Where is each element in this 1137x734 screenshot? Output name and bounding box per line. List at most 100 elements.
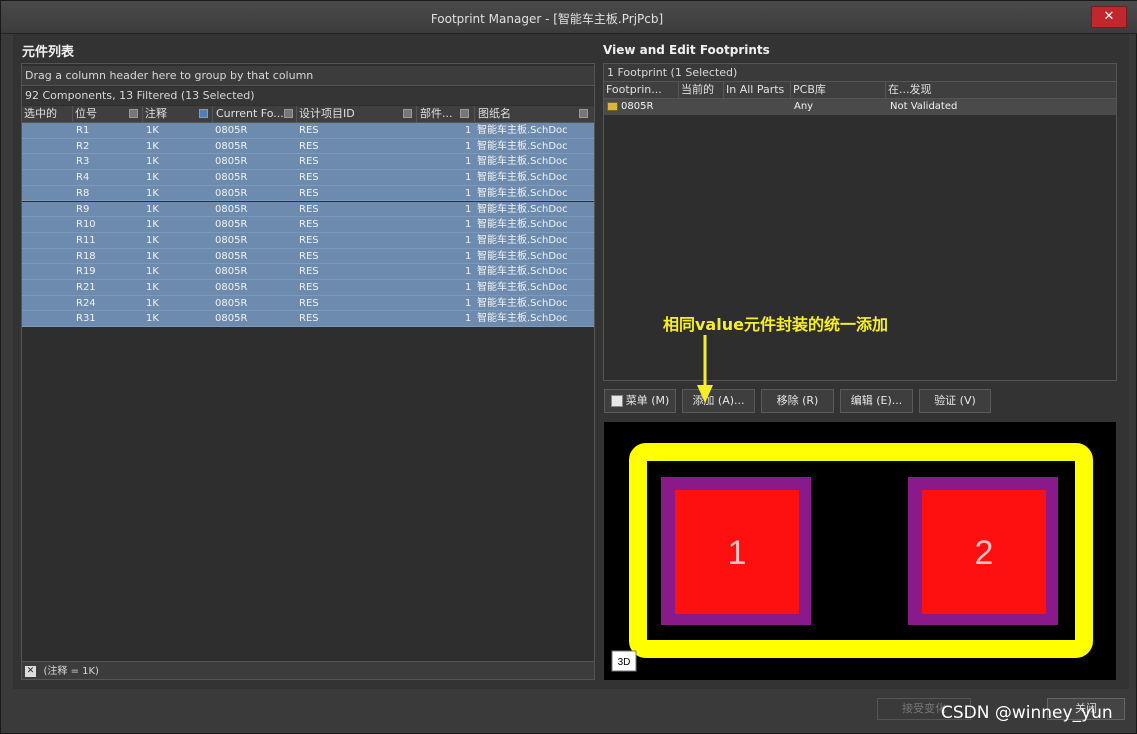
- cell-design-item-id: RES: [299, 203, 319, 215]
- footprint-grid-header: Footprin... 当前的 In All Parts PCB库 在...发现: [604, 82, 1116, 99]
- col-pcb-library[interactable]: PCB库: [791, 82, 886, 98]
- table-row[interactable]: R21 1K 0805R RES 1 智能车主板.SchDoc: [22, 280, 594, 296]
- edit-button[interactable]: 编辑 (E)...: [840, 389, 913, 413]
- cell-footprint: 0805R: [215, 250, 248, 262]
- cell-design-item-id: RES: [299, 234, 319, 246]
- cell-designator: R18: [76, 250, 96, 262]
- col-current[interactable]: 当前的: [679, 82, 724, 98]
- cell-sheet-name: 智能车主板.SchDoc: [477, 140, 568, 152]
- cell-footprint: 0805R: [215, 313, 248, 325]
- component-list-title: 元件列表: [22, 45, 75, 60]
- cell-part: 1: [465, 125, 472, 136]
- sheet-filter-icon[interactable]: [579, 109, 588, 118]
- remove-button[interactable]: 移除 (R): [761, 389, 834, 413]
- cell-part: 1: [465, 234, 472, 246]
- cell-footprint: 0805R: [215, 282, 248, 293]
- table-row[interactable]: R18 1K 0805R RES 1 智能车主板.SchDoc: [22, 248, 594, 265]
- cell-footprint: 0805R: [215, 203, 248, 215]
- col-selected[interactable]: 选中的: [22, 106, 73, 122]
- cell-designator: R3: [76, 156, 90, 168]
- menu-button[interactable]: 菜单 (M): [604, 389, 676, 413]
- cell-footprint: 0805R: [215, 125, 248, 136]
- cell-designator: R2: [76, 140, 90, 152]
- cell-design-item-id: RES: [299, 219, 319, 231]
- cell-designator: R31: [76, 313, 96, 325]
- cell-footprint: 0805R: [215, 219, 248, 231]
- cell-sheet-name: 智能车主板.SchDoc: [477, 282, 568, 293]
- view-edit-footprints-title: View and Edit Footprints: [603, 43, 770, 57]
- cell-design-item-id: RES: [299, 313, 319, 325]
- cell-comment: 1K: [146, 250, 159, 262]
- table-row[interactable]: R4 1K 0805R RES 1 智能车主板.SchDoc: [22, 170, 594, 186]
- cell-designator: R11: [76, 234, 96, 246]
- cell-comment: 1K: [146, 297, 159, 309]
- table-row[interactable]: R11 1K 0805R RES 1 智能车主板.SchDoc: [22, 232, 594, 249]
- cell-design-item-id: RES: [299, 282, 319, 293]
- design-item-filter-icon[interactable]: [403, 109, 412, 118]
- cell-comment: 1K: [146, 172, 159, 184]
- cell-sheet-name: 智能车主板.SchDoc: [477, 266, 568, 278]
- title-bar: Footprint Manager - [智能车主板.PrjPcb] ✕: [1, 1, 1137, 34]
- table-row[interactable]: R19 1K 0805R RES 1 智能车主板.SchDoc: [22, 264, 594, 280]
- table-row[interactable]: R9 1K 0805R RES 1 智能车主板.SchDoc: [22, 201, 594, 218]
- component-grid-header: 选中的 位号 注释 Current Fo... 设计项目ID 部件... 图纸名: [22, 106, 594, 123]
- cell-comment: 1K: [146, 282, 159, 293]
- cell-sheet-name: 智能车主板.SchDoc: [477, 187, 568, 199]
- part-filter-icon[interactable]: [460, 109, 469, 118]
- cell-design-item-id: RES: [299, 250, 319, 262]
- clear-filter-icon[interactable]: ✕: [25, 665, 36, 677]
- table-row[interactable]: R8 1K 0805R RES 1 智能车主板.SchDoc: [22, 185, 594, 202]
- col-found-in[interactable]: 在...发现: [886, 82, 1116, 98]
- menu-button-label: 菜单 (M): [625, 394, 670, 407]
- cell-part: 1: [465, 266, 472, 278]
- close-window-button[interactable]: ✕: [1091, 6, 1127, 28]
- component-grid: Drag a column header here to group by th…: [21, 63, 595, 680]
- footprint-count-status: 1 Footprint (1 Selected): [604, 64, 1116, 82]
- add-button[interactable]: 添加 (A)...: [682, 389, 755, 413]
- footprint-filter-icon[interactable]: [284, 109, 293, 118]
- cell-comment: 1K: [146, 234, 159, 246]
- col-sheet-name[interactable]: 图纸名: [475, 106, 594, 122]
- col-in-all-parts[interactable]: In All Parts: [724, 82, 791, 98]
- designator-filter-icon[interactable]: [129, 109, 138, 118]
- table-row[interactable]: R10 1K 0805R RES 1 智能车主板.SchDoc: [22, 217, 594, 233]
- cell-part: 1: [465, 282, 472, 293]
- cell-part: 1: [465, 187, 472, 199]
- annotation-arrow-icon: [697, 335, 713, 403]
- cell-designator: R10: [76, 219, 96, 231]
- cell-designator: R9: [76, 203, 90, 215]
- cell-designator: R1: [76, 125, 90, 136]
- footprint-found-in: Not Validated: [890, 101, 958, 112]
- table-row[interactable]: R2 1K 0805R RES 1 智能车主板.SchDoc: [22, 138, 594, 155]
- cell-comment: 1K: [146, 219, 159, 231]
- table-row[interactable]: R1 1K 0805R RES 1 智能车主板.SchDoc: [22, 123, 594, 139]
- col-footprint[interactable]: Footprin...: [604, 82, 679, 98]
- cell-comment: 1K: [146, 187, 159, 199]
- table-row[interactable]: R3 1K 0805R RES 1 智能车主板.SchDoc: [22, 154, 594, 171]
- cell-sheet-name: 智能车主板.SchDoc: [477, 297, 568, 309]
- cell-design-item-id: RES: [299, 266, 319, 278]
- menu-icon: [610, 395, 623, 407]
- cell-comment: 1K: [146, 203, 159, 215]
- col-design-item-id[interactable]: 设计项目ID: [297, 106, 417, 122]
- cell-sheet-name: 智能车主板.SchDoc: [477, 172, 568, 184]
- cell-part: 1: [465, 172, 472, 184]
- cell-sheet-name: 智能车主板.SchDoc: [477, 156, 568, 168]
- cell-part: 1: [465, 203, 472, 215]
- table-row[interactable]: R24 1K 0805R RES 1 智能车主板.SchDoc: [22, 295, 594, 312]
- footprint-pcb-lib: Any: [794, 101, 814, 112]
- cell-design-item-id: RES: [299, 125, 319, 136]
- table-row[interactable]: R31 1K 0805R RES 1 智能车主板.SchDoc: [22, 311, 594, 328]
- footprint-preview[interactable]: 1 2 3D: [604, 422, 1116, 680]
- comment-filter-icon[interactable]: [199, 109, 208, 118]
- cell-designator: R24: [76, 297, 96, 309]
- cell-sheet-name: 智能车主板.SchDoc: [477, 125, 568, 136]
- cell-footprint: 0805R: [215, 297, 248, 309]
- footprint-row[interactable]: 0805R Any Not Validated: [604, 99, 1116, 115]
- group-by-hint: Drag a column header here to group by th…: [22, 66, 594, 86]
- cell-part: 1: [465, 156, 472, 168]
- annotation-text: 相同value元件封装的统一添加: [663, 315, 888, 334]
- cell-part: 1: [465, 250, 472, 262]
- validate-button[interactable]: 验证 (V): [919, 389, 991, 413]
- footprint-name: 0805R: [621, 101, 654, 112]
